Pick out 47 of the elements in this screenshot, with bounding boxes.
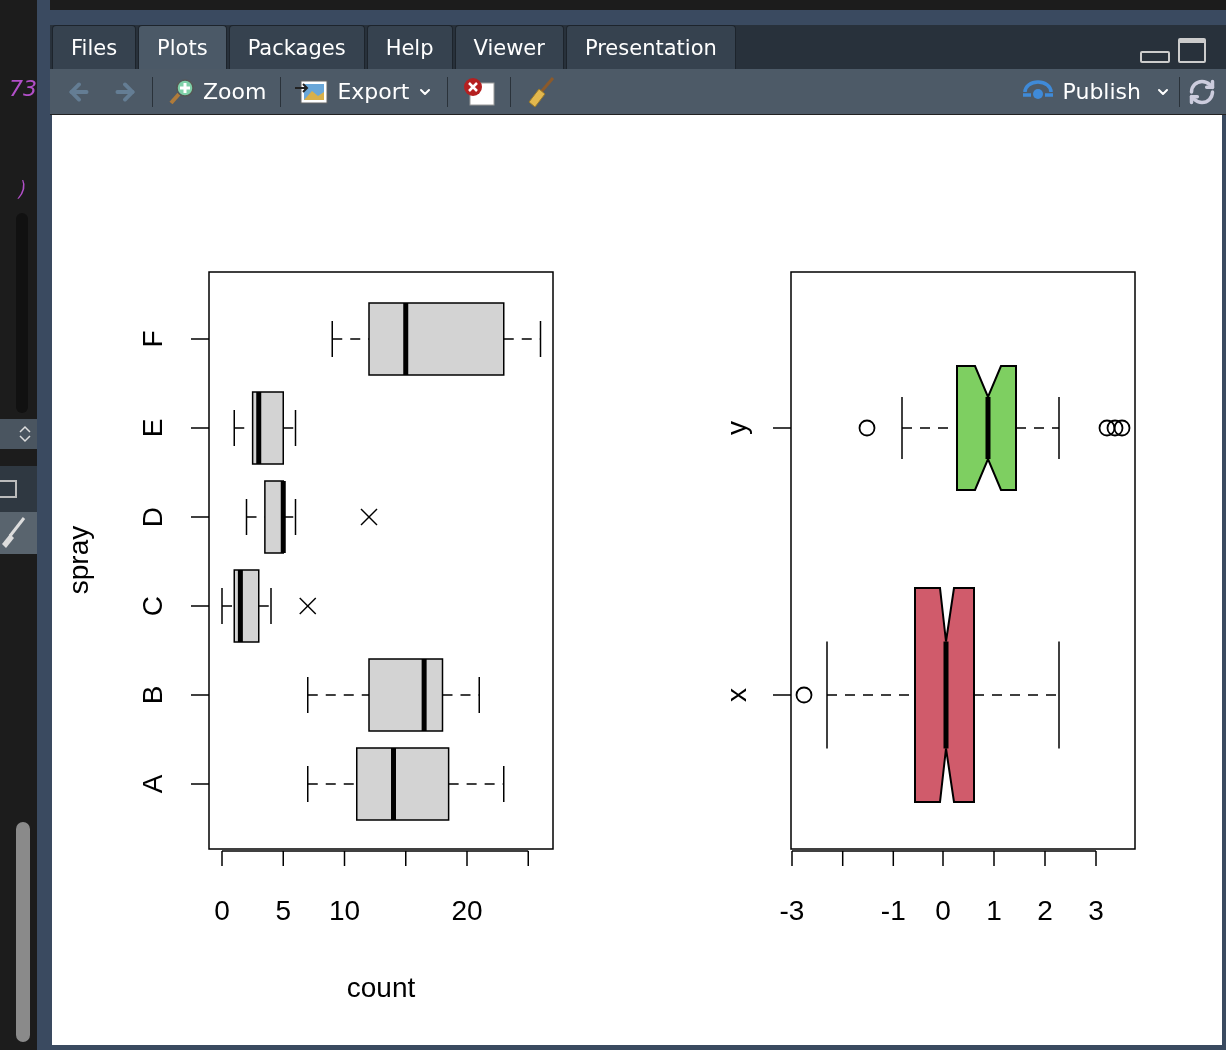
tab[interactable]: Presentation	[565, 25, 736, 70]
category-label: x	[721, 688, 752, 702]
resize-handle[interactable]	[0, 419, 37, 449]
outlier-marker	[299, 597, 317, 615]
window-icon[interactable]	[0, 479, 18, 499]
image-icon	[295, 77, 330, 106]
outlier-marker	[1106, 419, 1124, 437]
tick-label: 2	[1037, 895, 1053, 926]
category-label: y	[721, 421, 752, 435]
publish-button[interactable]: Publish	[1014, 76, 1147, 107]
outlier-marker	[858, 419, 876, 437]
axis-title: count	[346, 972, 416, 1003]
magnifier-icon	[167, 77, 195, 106]
category-label: F	[137, 330, 168, 348]
tab[interactable]: Packages	[228, 25, 365, 70]
outlier-marker	[795, 686, 813, 704]
tick-label: 10	[328, 895, 361, 926]
broom-icon[interactable]	[0, 516, 26, 550]
scrollbar[interactable]	[16, 822, 30, 1042]
category-label: A	[137, 774, 168, 794]
refresh-icon[interactable]	[1188, 77, 1216, 106]
tick-label: 3	[1088, 895, 1104, 926]
up-down-icon	[19, 425, 31, 443]
tick-label: -3	[779, 895, 805, 926]
category-label: B	[137, 685, 168, 705]
tab[interactable]: Files	[52, 25, 137, 70]
category-label: E	[137, 418, 168, 438]
tick-label: -1	[880, 895, 906, 926]
zoom-button[interactable]: Zoom	[161, 75, 273, 108]
minimize-icon[interactable]	[1140, 51, 1170, 64]
tick-label: 20	[451, 895, 483, 926]
outlier-marker	[360, 508, 378, 526]
tab[interactable]: Help	[366, 25, 453, 70]
delete-icon	[462, 76, 497, 107]
outlier-marker	[1098, 419, 1116, 437]
tick-label: 0	[214, 895, 230, 926]
export-button[interactable]: Export	[289, 75, 440, 108]
tick-label: 1	[986, 895, 1002, 926]
axis-title: spray	[63, 525, 94, 595]
maximize-icon[interactable]	[1178, 38, 1206, 64]
tick-label: 5	[275, 895, 292, 926]
tick-label: 0	[935, 895, 951, 926]
tab[interactable]: Plots	[138, 25, 227, 70]
category-label: D	[137, 506, 168, 528]
category-label: C	[137, 595, 168, 617]
tab[interactable]: Viewer	[454, 25, 564, 70]
outlier-marker	[1113, 419, 1131, 437]
